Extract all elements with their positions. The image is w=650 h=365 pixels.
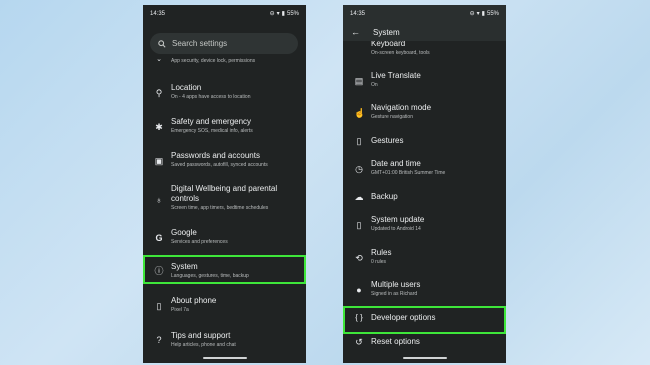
item-title: Google	[171, 228, 197, 237]
item-subtitle: Updated to Android 14	[371, 226, 421, 232]
item-subtitle: GMT+01:00 British Summer Time	[371, 170, 446, 176]
system-item-multiple-users[interactable]: ● Multiple users Signed in as Richard	[343, 280, 506, 298]
settings-item-location[interactable]: ⚲ Location On - 4 apps have access to lo…	[143, 83, 306, 101]
battery-percent: 55%	[486, 11, 499, 17]
gesture-nav-handle[interactable]	[402, 357, 447, 359]
system-item-date-time[interactable]: ◷ Date and time GMT+01:00 British Summer…	[343, 159, 506, 177]
item-title: Reset options	[371, 337, 420, 346]
item-subtitle: Emergency SOS, medical info, alerts	[171, 128, 253, 134]
settings-item-tips[interactable]: ? Tips and support Help articles, phone …	[143, 331, 306, 349]
top-app-bar: ← System	[343, 23, 506, 41]
item-subtitle: On-screen keyboard, tools	[371, 50, 430, 56]
account-card-icon: ▣	[154, 156, 164, 166]
braces-icon: { }	[355, 313, 363, 322]
item-title: Location	[171, 83, 202, 92]
phone-icon: ▯	[156, 301, 162, 311]
info-circle-icon: ⓘ	[154, 266, 164, 276]
rules-icon: ⟲	[355, 253, 363, 263]
item-title: Navigation mode	[371, 103, 432, 112]
item-title: Gestures	[371, 136, 404, 145]
status-bar: 14:35 ⊖ ▾ ▮ 55%	[143, 5, 306, 23]
chevron-icon: ⌄	[156, 56, 162, 63]
settings-screen: 14:35 ⊖ ▾ ▮ 55% Search settings ⌄ App se…	[143, 5, 306, 363]
item-subtitle: Signed in as Richard	[371, 291, 418, 297]
system-item-navigation-mode[interactable]: ☝ Navigation mode Gesture navigation	[343, 103, 506, 121]
item-subtitle: Saved passwords, autofill, synced accoun…	[171, 162, 268, 168]
system-item-live-translate[interactable]: ▤ Live Translate On	[343, 71, 506, 89]
item-subtitle: On	[371, 82, 378, 88]
settings-item-safety[interactable]: ✱ Safety and emergency Emergency SOS, me…	[143, 117, 306, 135]
item-title: Digital Wellbeing and parental	[171, 184, 278, 193]
item-title: Live Translate	[371, 71, 421, 80]
system-item-rules[interactable]: ⟲ Rules 0 rules	[343, 248, 506, 266]
battery-icon: ▮	[481, 11, 485, 17]
status-bar: 14:35 ⊖ ▾ ▮ 55%	[343, 5, 506, 23]
item-subtitle: Screen time, app timers, bedtime schedul…	[171, 205, 269, 211]
item-title: Multiple users	[371, 280, 421, 289]
item-title: Rules	[371, 248, 392, 257]
page-title: System	[373, 27, 400, 37]
item-title: Safety and emergency	[171, 117, 252, 126]
item-title: Keyboard	[371, 41, 406, 48]
search-settings-bar[interactable]: Search settings	[150, 33, 298, 54]
system-item-gestures[interactable]: ▯ Gestures	[343, 136, 506, 146]
asterisk-icon: ✱	[155, 122, 163, 132]
wifi-icon: ▾	[476, 11, 480, 17]
settings-item-system[interactable]: ⓘ System Languages, gestures, time, back…	[143, 262, 306, 280]
system-item-keyboard[interactable]: Keyboard On-screen keyboard, tools	[343, 41, 506, 57]
battery-icon: ▮	[281, 11, 285, 17]
item-title: Date and time	[371, 159, 421, 168]
translate-icon: ▤	[354, 76, 364, 86]
cloud-backup-icon: ☁	[354, 192, 364, 202]
wellbeing-icon: ♁	[155, 195, 163, 205]
item-subtitle: 0 rules	[371, 259, 387, 265]
system-item-update[interactable]: ▯ System update Updated to Android 14	[343, 215, 506, 233]
help-circle-icon: ?	[156, 335, 162, 345]
battery-percent: 55%	[286, 11, 299, 17]
navigation-icon: ☝	[354, 108, 366, 118]
gesture-icon: ▯	[356, 136, 362, 146]
settings-item-about[interactable]: ▯ About phone Pixel 7a	[143, 296, 306, 314]
item-subtitle: Pixel 7a	[171, 307, 189, 313]
dnd-icon: ⊖	[269, 11, 275, 17]
system-screen: Keyboard On-screen keyboard, tools ▤ Liv…	[343, 5, 506, 363]
item-title: Tips and support	[171, 331, 231, 340]
search-placeholder: Search settings	[172, 39, 228, 48]
item-subtitle: App security, device lock, permissions	[171, 58, 256, 64]
search-icon	[158, 39, 166, 48]
back-arrow-icon[interactable]: ←	[351, 27, 363, 37]
item-subtitle: On - 4 apps have access to location	[171, 94, 251, 100]
gesture-nav-handle[interactable]	[202, 357, 247, 359]
settings-item-passwords[interactable]: ▣ Passwords and accounts Saved passwords…	[143, 151, 306, 169]
item-title: Backup	[371, 192, 398, 201]
item-title: About phone	[171, 296, 217, 305]
item-title-line2: controls	[171, 194, 200, 203]
item-subtitle: Help articles, phone and chat	[171, 342, 236, 348]
system-item-developer-options[interactable]: { } Developer options	[343, 313, 506, 323]
user-icon: ●	[356, 285, 362, 295]
item-title: System update	[371, 215, 425, 224]
wifi-icon: ▾	[276, 11, 280, 17]
item-subtitle: Gesture navigation	[371, 114, 413, 120]
settings-item-wellbeing[interactable]: ♁ Digital Wellbeing and parental control…	[143, 184, 306, 212]
item-title: Developer options	[371, 313, 436, 322]
settings-item-google[interactable]: G Google Services and preferences	[143, 228, 306, 246]
item-title: Passwords and accounts	[171, 151, 260, 160]
item-title: System	[171, 262, 198, 271]
dnd-icon: ⊖	[469, 11, 475, 17]
system-item-reset-options[interactable]: ↺ Reset options	[343, 337, 506, 347]
location-pin-icon: ⚲	[155, 88, 163, 98]
google-g-icon: G	[155, 233, 163, 243]
system-list: Keyboard On-screen keyboard, tools ▤ Liv…	[343, 41, 506, 363]
clock-icon: ◷	[355, 164, 363, 174]
partial-security-item[interactable]: ⌄ App security, device lock, permissions	[143, 56, 306, 65]
item-subtitle: Services and preferences	[171, 239, 228, 245]
item-subtitle: Languages, gestures, time, backup	[171, 273, 249, 279]
system-update-icon: ▯	[356, 220, 362, 230]
status-time: 14:35	[350, 11, 366, 17]
reset-icon: ↺	[355, 337, 363, 347]
status-time: 14:35	[150, 11, 166, 17]
system-item-backup[interactable]: ☁ Backup	[343, 192, 506, 202]
